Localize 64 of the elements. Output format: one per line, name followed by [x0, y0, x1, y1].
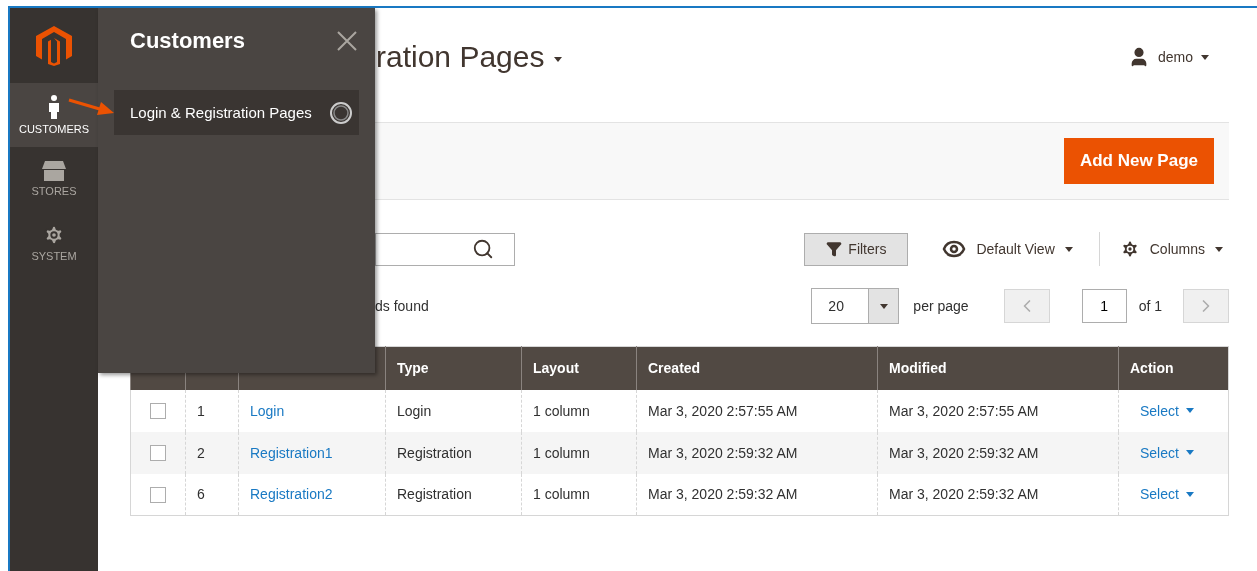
sidebar-item[interactable]: SYSTEM — [10, 211, 98, 275]
sidebar-item[interactable]: CUSTOMERS — [10, 83, 98, 147]
add-new-page-button[interactable]: Add New Page — [1063, 138, 1214, 184]
next-page-button[interactable] — [1183, 289, 1229, 323]
title-link[interactable]: Registration1 — [250, 444, 333, 461]
filter-icon — [826, 241, 843, 257]
id-cell: 6 — [185, 473, 239, 516]
gear-icon — [43, 224, 65, 246]
row-checkbox[interactable] — [150, 445, 166, 462]
caret-icon — [1215, 246, 1223, 252]
page-title: ration Pages — [376, 40, 545, 74]
caret-icon — [1201, 54, 1209, 60]
title-link[interactable]: Registration2 — [250, 486, 333, 503]
column-header[interactable]: Modified — [877, 346, 1119, 390]
id-cell: 1 — [185, 389, 239, 432]
filters-button[interactable]: Filters — [804, 232, 909, 266]
logo[interactable] — [36, 25, 72, 66]
store-icon — [42, 161, 66, 181]
sidebar-label: CUSTOMERS — [18, 123, 90, 135]
column-header[interactable]: Type — [385, 346, 522, 390]
select-action[interactable]: Select — [1140, 444, 1194, 461]
caret-icon — [554, 57, 563, 62]
modified-cell: Mar 3, 2020 2:59:32 AM — [877, 473, 1119, 516]
column-header[interactable]: Created — [636, 346, 878, 390]
type-cell: Registration — [385, 431, 522, 474]
modified-cell: Mar 3, 2020 2:57:55 AM — [877, 389, 1119, 432]
sidebar-label: STORES — [31, 185, 77, 197]
close-icon[interactable] — [337, 31, 357, 51]
view-dropdown[interactable]: Default View — [936, 236, 1079, 262]
per-page-label: per page — [913, 298, 969, 314]
id-cell: 2 — [185, 431, 239, 474]
modified-cell: Mar 3, 2020 2:59:32 AM — [877, 431, 1119, 474]
title-link[interactable]: Login — [250, 402, 285, 419]
person-icon — [48, 95, 60, 119]
type-cell: Login — [385, 389, 522, 432]
created-cell: Mar 3, 2020 2:59:32 AM — [636, 473, 878, 516]
caret-icon — [1064, 246, 1073, 252]
select-action[interactable]: Select — [1140, 486, 1194, 503]
sidebar-label: SYSTEM — [31, 250, 77, 262]
search-icon — [472, 238, 494, 260]
caret-icon — [879, 303, 888, 309]
row-checkbox[interactable] — [150, 403, 166, 420]
previous-page-button[interactable] — [1003, 289, 1050, 323]
created-cell: Mar 3, 2020 2:59:32 AM — [636, 431, 878, 474]
created-cell: Mar 3, 2020 2:57:55 AM — [636, 389, 878, 432]
submenu-title: Customers — [130, 28, 245, 54]
row-checkbox[interactable] — [150, 486, 166, 503]
submenu-item[interactable]: Login & Registration Pages — [114, 90, 359, 135]
column-header[interactable]: Layout — [521, 346, 637, 390]
columns-dropdown[interactable]: Columns — [1113, 238, 1229, 260]
layout-cell: 1 column — [521, 389, 637, 432]
column-header[interactable]: Action — [1118, 346, 1229, 390]
layout-cell: 1 column — [521, 473, 637, 516]
user-menu[interactable]: demo — [1121, 45, 1215, 69]
submenu-label: Login & Registration Pages — [130, 104, 312, 121]
type-cell: Registration — [385, 473, 522, 516]
sidebar-item[interactable]: STORES — [10, 147, 98, 211]
search-field[interactable] — [375, 232, 515, 266]
select-action[interactable]: Select — [1140, 402, 1194, 419]
layout-cell: 1 column — [521, 431, 637, 474]
per-page-select[interactable]: 20 — [811, 288, 900, 324]
records-count: ds found — [375, 298, 429, 314]
page-total: of 1 — [1138, 298, 1162, 314]
page-input[interactable]: 1 — [1081, 289, 1127, 323]
